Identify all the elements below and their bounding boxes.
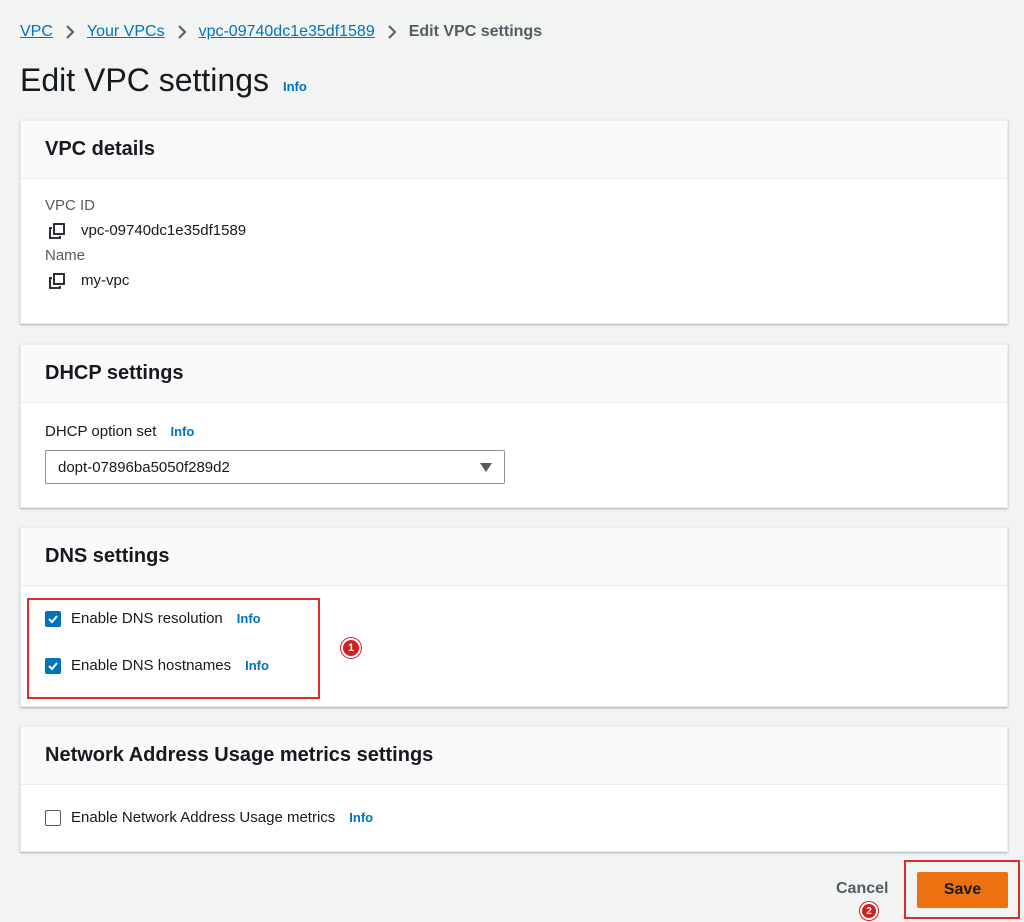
dns-hostnames-checkbox[interactable] (45, 657, 61, 674)
dns-resolution-info-link[interactable]: Info (237, 611, 261, 626)
nau-info-link[interactable]: Info (349, 810, 373, 825)
dhcp-option-set-value: dopt-07896ba5050f289d2 (58, 458, 230, 476)
dns-settings-body: Enable DNS resolution Info Enable DNS ho… (21, 586, 1007, 692)
vpc-id-value: vpc-09740dc1e35df1589 (81, 222, 247, 239)
dns-settings-header: DNS settings (21, 528, 1007, 586)
vpc-name-value: my-vpc (81, 272, 130, 289)
nau-settings-header: Network Address Usage metrics settings (21, 727, 1007, 785)
dhcp-settings-heading: DHCP settings (45, 362, 184, 384)
cancel-button[interactable]: Cancel (836, 880, 888, 898)
page-info-link[interactable]: Info (283, 79, 307, 94)
breadcrumb-vpc-id-link[interactable]: vpc-09740dc1e35df1589 (199, 23, 375, 41)
copy-icon[interactable] (49, 222, 65, 239)
page-title: Edit VPC settings (20, 62, 269, 98)
dhcp-option-set-label: DHCP option set (45, 423, 157, 440)
dhcp-settings-panel: DHCP settings DHCP option set Info dopt-… (20, 344, 1008, 508)
breadcrumb-current: Edit VPC settings (408, 23, 543, 40)
dhcp-settings-body: DHCP option set Info dopt-07896ba5050f28… (21, 403, 1007, 502)
copy-icon[interactable] (49, 272, 65, 289)
dns-settings-panel: DNS settings Enable DNS resolution Info … (20, 527, 1008, 707)
annotation-badge-1: 1 (341, 638, 361, 658)
dns-hostnames-label: Enable DNS hostnames (71, 657, 232, 674)
dhcp-option-set-label-row: DHCP option set Info (45, 423, 983, 440)
vpc-details-header: VPC details (21, 121, 1007, 179)
chevron-right-icon (65, 25, 75, 39)
dns-settings-heading: DNS settings (45, 545, 170, 567)
annotation-badge-2: 2 (860, 902, 878, 920)
vpc-name-label: Name (45, 247, 86, 264)
nau-settings-body: Enable Network Address Usage metrics Inf… (21, 785, 1007, 844)
chevron-right-icon (177, 25, 187, 39)
vpc-details-heading: VPC details (45, 138, 156, 160)
dhcp-option-set-select[interactable]: dopt-07896ba5050f289d2 (45, 450, 505, 484)
vpc-id-label: VPC ID (45, 197, 96, 214)
nau-settings-panel: Network Address Usage metrics settings E… (20, 726, 1008, 852)
vpc-details-panel: VPC details VPC ID vpc-09740dc1e35df1589… (20, 120, 1008, 324)
nau-metrics-label: Enable Network Address Usage metrics (71, 809, 336, 826)
caret-down-icon (480, 462, 492, 472)
page-header: Edit VPC settings Info (20, 62, 307, 99)
nau-metrics-checkbox[interactable] (45, 809, 61, 826)
chevron-right-icon (387, 25, 397, 39)
breadcrumb-vpc-link[interactable]: VPC (20, 23, 53, 41)
vpc-name-row: my-vpc (49, 272, 983, 289)
vpc-details-body: VPC ID vpc-09740dc1e35df1589 Name my-vpc (21, 179, 1007, 315)
dns-hostnames-row[interactable]: Enable DNS hostnames Info (45, 657, 983, 674)
dns-resolution-label: Enable DNS resolution (71, 610, 223, 627)
breadcrumb: VPC Your VPCs vpc-09740dc1e35df1589 Edit… (20, 20, 542, 44)
dhcp-settings-header: DHCP settings (21, 345, 1007, 403)
vpc-id-row: vpc-09740dc1e35df1589 (49, 222, 983, 239)
dhcp-info-link[interactable]: Info (170, 424, 194, 439)
dns-resolution-checkbox[interactable] (45, 610, 61, 627)
dns-hostnames-info-link[interactable]: Info (245, 658, 269, 673)
nau-metrics-row[interactable]: Enable Network Address Usage metrics Inf… (45, 809, 983, 826)
breadcrumb-your-vpcs-link[interactable]: Your VPCs (87, 23, 165, 41)
dns-resolution-row[interactable]: Enable DNS resolution Info (45, 610, 983, 627)
nau-settings-heading: Network Address Usage metrics settings (45, 744, 434, 766)
save-button[interactable]: Save (917, 872, 1008, 908)
